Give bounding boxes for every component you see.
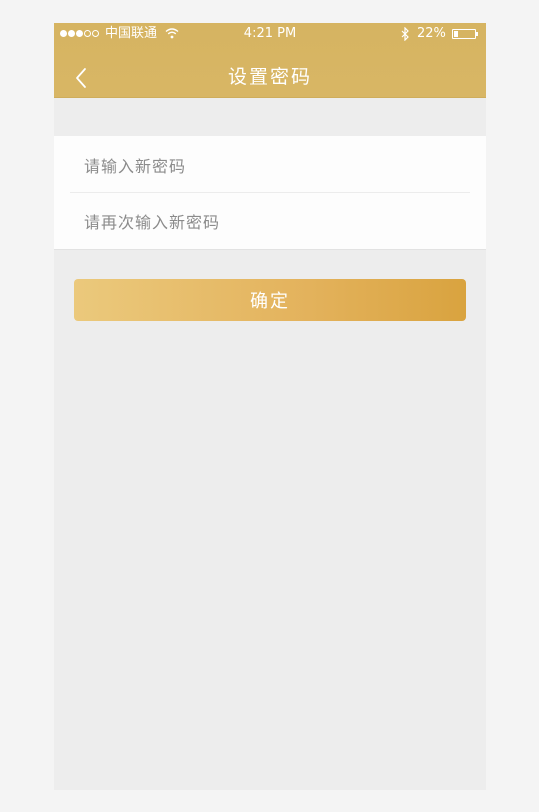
status-bar: 中国联通 4:21 PM 22%	[54, 23, 486, 45]
page-title: 设置密码	[227, 66, 312, 88]
confirm-password-input[interactable]	[70, 195, 470, 249]
battery-fill	[454, 31, 458, 37]
battery-cap	[476, 32, 478, 36]
divider	[70, 192, 470, 193]
password-form	[54, 136, 486, 250]
phone-screen: 中国联通 4:21 PM 22% 设置密码 确定	[54, 23, 486, 790]
battery-icon	[452, 29, 476, 39]
header: 中国联通 4:21 PM 22% 设置密码	[54, 23, 486, 98]
new-password-input[interactable]	[70, 139, 470, 193]
confirm-button[interactable]: 确定	[74, 279, 466, 321]
bluetooth-icon	[401, 27, 409, 41]
battery-percent: 22%	[417, 26, 446, 41]
